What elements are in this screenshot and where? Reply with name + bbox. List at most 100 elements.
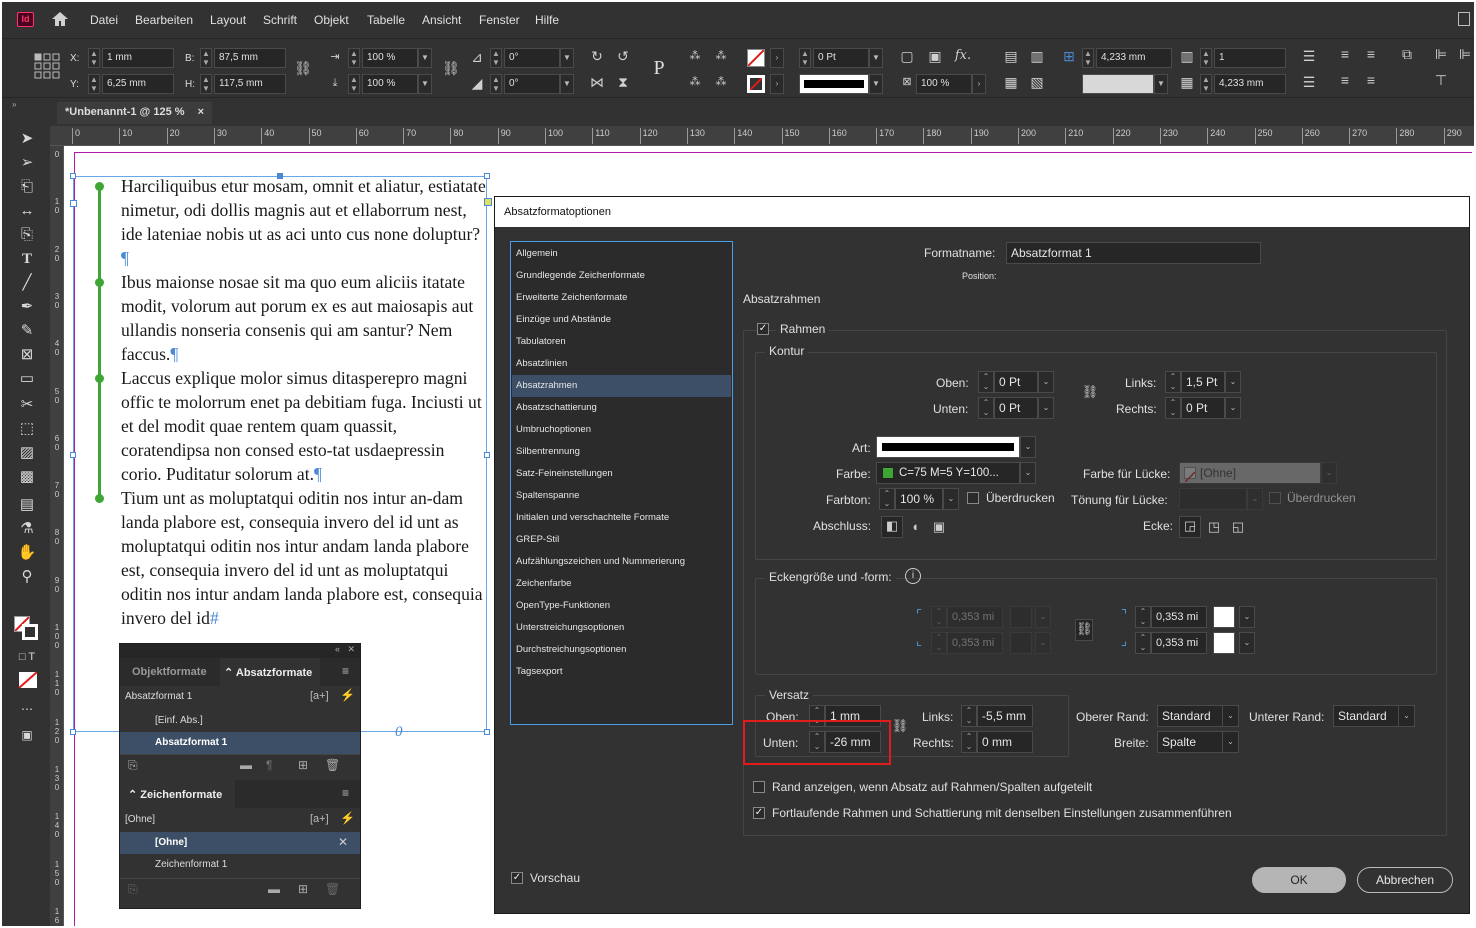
preview-mode-icon[interactable]: ▣ <box>16 724 38 746</box>
stroke-type-dropdown[interactable]: ▼ <box>869 74 883 94</box>
category-item[interactable]: Tabulatoren <box>512 331 731 353</box>
fill-dropdown[interactable]: › <box>770 48 784 68</box>
stroke-weight-field[interactable]: 0 Pt <box>813 48 869 68</box>
tab-absatzformate[interactable]: ⌃ Absatzformate <box>220 658 320 686</box>
corner-link-icon[interactable]: ⛓ <box>1075 619 1093 641</box>
character-panel-menu-icon[interactable]: ≡ <box>342 786 349 800</box>
select-content-icon[interactable]: ⁂ <box>686 73 704 91</box>
kontur-unten-stepper[interactable]: ⌃ ⌄ <box>978 397 994 419</box>
gradient-feather-tool-icon[interactable]: ▩ <box>16 466 38 488</box>
shadow-box-icon[interactable]: ▣ <box>926 47 944 65</box>
shear-stepper[interactable]: ▲ ▼ <box>490 74 502 94</box>
corner-bl-stepper[interactable]: ⌃ ⌄ <box>931 632 947 654</box>
unterer-rand-dropdown[interactable]: ⌄ <box>1399 705 1415 727</box>
round-join-icon[interactable]: ◳ <box>1205 518 1223 536</box>
rotate-ccw-icon[interactable]: ↺ <box>614 47 632 65</box>
flip-horizontal-icon[interactable]: ⋈ <box>588 73 606 91</box>
gap-tool-icon[interactable]: ↔ <box>16 200 38 222</box>
content-collector-icon[interactable]: ⎘ <box>16 224 38 246</box>
scale-y-dropdown[interactable]: ▼ <box>418 74 432 94</box>
scale-x-dropdown[interactable]: ▼ <box>418 48 432 68</box>
stroke-weight-stepper[interactable]: ▲ ▼ <box>799 48 811 68</box>
versatz-links-stepper[interactable]: ⌃ ⌄ <box>961 705 977 727</box>
gutter-field[interactable]: 4,233 mm <box>1214 74 1286 94</box>
char-lightning-icon[interactable]: ⚡ <box>340 811 355 825</box>
kontur-art-dropdown[interactable]: ⌄ <box>1020 436 1036 458</box>
category-item[interactable]: Zeichenfarbe <box>512 573 731 595</box>
corner-bl-shape[interactable] <box>1010 632 1032 654</box>
clear-overrides-icon[interactable]: ¶ <box>266 758 272 772</box>
category-item[interactable]: Einzüge und Abstände <box>512 309 731 331</box>
vertical-distribute-icon[interactable]: ≡ <box>1362 71 1380 89</box>
toenung-field[interactable] <box>1179 488 1247 510</box>
tab-zeichenformate[interactable]: ⌃ Zeichenformate <box>120 780 235 808</box>
vorschau-checkbox[interactable]: ✓ <box>511 872 523 884</box>
menu-datei[interactable]: Datei <box>90 13 118 27</box>
category-item[interactable]: Grundlegende Zeichenformate <box>512 265 731 287</box>
auto-fit-icon[interactable]: ⧉ <box>1398 45 1416 63</box>
eyedropper-tool-icon[interactable]: ⚗ <box>16 518 38 540</box>
rectangle-tool-icon[interactable]: ▭ <box>16 368 38 390</box>
luecke-dropdown[interactable]: ⌄ <box>1321 462 1337 484</box>
selection-tool-icon[interactable]: ➤ <box>16 128 38 150</box>
x-stepper[interactable]: ▲ ▼ <box>88 48 100 68</box>
category-item[interactable]: Aufzählungszeichen und Nummerierung <box>512 551 731 573</box>
rectangle-frame-tool-icon[interactable]: ⊠ <box>16 344 38 366</box>
vertical-center-icon[interactable]: ≡ <box>1362 45 1380 63</box>
oberer-rand-select[interactable]: Standard <box>1157 705 1223 727</box>
toenung-dropdown[interactable]: ⌄ <box>1247 488 1263 510</box>
shear-field[interactable]: 0° <box>504 74 560 94</box>
formatname-field[interactable]: Absatzformat 1 <box>1006 242 1261 264</box>
constrain-link-icon[interactable]: ⛓ <box>294 59 312 77</box>
delete-style-icon[interactable]: 🗑 <box>325 758 340 772</box>
height-field[interactable]: 117,5 mm <box>214 74 286 94</box>
align-left-edges-icon[interactable]: ⊫ <box>1432 45 1450 63</box>
free-transform-tool-icon[interactable]: ⬚ <box>16 418 38 440</box>
new-group-icon[interactable]: ▬ <box>240 758 252 772</box>
kontur-art-select[interactable] <box>876 436 1020 458</box>
kontur-links-dropdown[interactable]: ⌄ <box>1225 371 1241 393</box>
align-more-icon[interactable]: ⊫ <box>1456 45 1474 63</box>
gutter-stepper[interactable]: ▲ ▼ <box>1200 74 1212 94</box>
corner-tl-shape[interactable] <box>1010 606 1032 628</box>
zoom-tool-icon[interactable]: ⚲ <box>16 566 38 588</box>
opacity-dropdown[interactable]: › <box>972 74 986 94</box>
screen-mode-icon[interactable]: ⋯ <box>16 698 38 720</box>
corner-tr-stepper[interactable]: ⌃ ⌄ <box>1135 606 1151 628</box>
y-stepper[interactable]: ▲ ▼ <box>88 74 100 94</box>
body-text[interactable]: Harciliquibus etur mosam, omnit et aliat… <box>121 174 487 630</box>
panel-collapse-icon[interactable]: « <box>335 644 340 654</box>
tab-objektformate[interactable]: Objektformate <box>132 666 207 678</box>
menu-ansicht[interactable]: Ansicht <box>422 13 461 27</box>
miter-join-icon[interactable]: ◲ <box>1179 516 1201 538</box>
kontur-farbe-dropdown[interactable]: ⌄ <box>1020 462 1036 484</box>
stroke-swatch-icon[interactable] <box>747 75 765 93</box>
kontur-unten-field[interactable]: 0 Pt <box>994 397 1038 419</box>
wrap-offset-field[interactable]: 4,233 mm <box>1096 48 1172 68</box>
frame-handle[interactable] <box>70 452 76 458</box>
kontur-unten-dropdown[interactable]: ⌄ <box>1038 397 1054 419</box>
stroke-weight-dropdown[interactable]: ▼ <box>869 48 883 68</box>
direct-selection-tool-icon[interactable]: ➢ <box>16 152 38 174</box>
category-item[interactable]: Silbentrennung <box>512 441 731 463</box>
rahmen-checkbox[interactable]: ✓ <box>757 323 769 335</box>
corner-bl-dropdown[interactable]: ⌄ <box>1035 632 1051 654</box>
select-container-icon[interactable]: ⁂ <box>686 47 704 65</box>
corner-br-shape[interactable] <box>1213 632 1235 654</box>
fill-stroke-swatch[interactable] <box>14 616 38 640</box>
category-item[interactable]: Spaltenspanne <box>512 485 731 507</box>
versatz-links-field[interactable]: -5,5 mm <box>977 705 1033 727</box>
versatz-rechts-field[interactable]: 0 mm <box>977 731 1033 753</box>
y-field[interactable]: 6,25 mm <box>102 74 174 94</box>
shear-dropdown[interactable]: ▼ <box>560 74 574 94</box>
breite-dropdown[interactable]: ⌄ <box>1223 731 1239 753</box>
width-stepper[interactable]: ▲ ▼ <box>200 48 212 68</box>
category-item[interactable]: GREP-Stil <box>512 529 731 551</box>
scissors-tool-icon[interactable]: ✂ <box>16 394 38 416</box>
kontur-oben-stepper[interactable]: ⌃ ⌄ <box>978 371 994 393</box>
kontur-farbton-field[interactable]: 100 % <box>895 488 943 510</box>
rotate-field[interactable]: 0° <box>504 48 560 68</box>
panel-close-icon[interactable]: ✕ <box>347 644 355 655</box>
collapse-icon[interactable]: » <box>12 100 16 109</box>
menu-objekt[interactable]: Objekt <box>314 13 349 27</box>
